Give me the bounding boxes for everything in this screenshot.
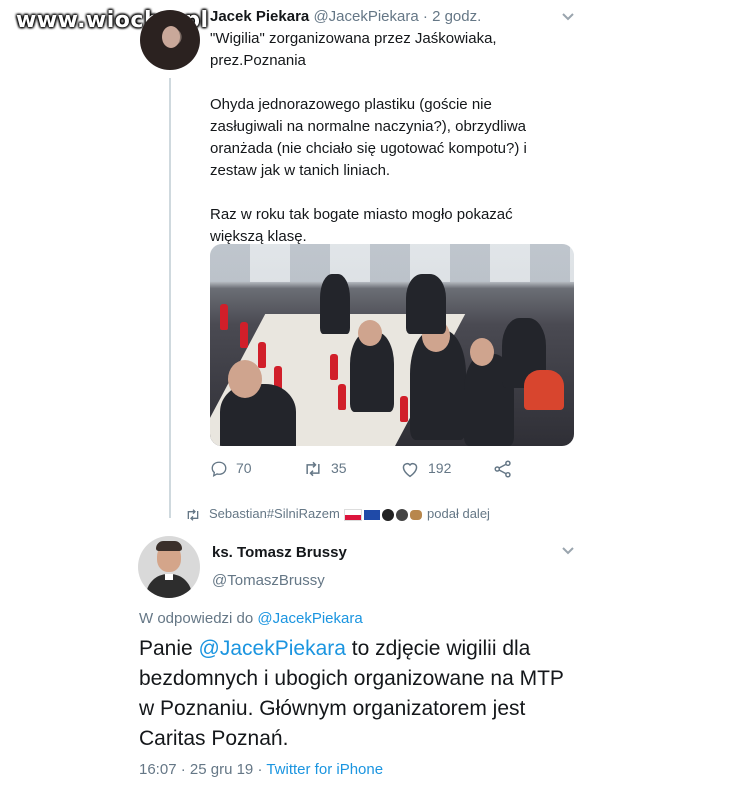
photo-head (470, 338, 494, 366)
photo-bottle (220, 304, 228, 330)
reply-to-handle-link[interactable]: @JacekPiekara (257, 610, 362, 627)
dog-icon (410, 509, 423, 520)
dark-badge-icon (396, 508, 409, 521)
dark-circle-icon (382, 508, 395, 521)
tweet2-date[interactable]: 25 gru 19 (190, 761, 253, 778)
poland-flag-icon (344, 508, 363, 521)
photo-person (220, 384, 296, 446)
tweet2-meta: 16:07 · 25 gru 19 · Twitter for iPhone (139, 761, 384, 778)
tweet1-text: "Wigilia" zorganizowana przez Jaśkowiaka… (210, 30, 527, 245)
tweet2-source-link[interactable]: Twitter for iPhone (266, 761, 383, 778)
avatar-hair (156, 541, 182, 551)
photo-bottle (338, 384, 346, 410)
photo-bottle (240, 322, 248, 348)
eu-flag-icon (364, 509, 381, 520)
tweet2-time[interactable]: 16:07 (139, 761, 177, 778)
photo-person (524, 370, 564, 410)
tweet2-author-name[interactable]: ks. Tomasz Brussy (212, 544, 347, 561)
chevron-down-icon[interactable] (561, 546, 575, 556)
tweet1-timestamp[interactable]: 2 godz. (432, 8, 481, 25)
mention-link[interactable]: @JacekPiekara (199, 637, 346, 660)
retweet-button[interactable]: 35 (303, 460, 347, 478)
reply-count: 70 (236, 460, 252, 476)
thread-line (169, 78, 171, 518)
retweeted-suffix: podał dalej (427, 506, 490, 521)
photo-head (228, 360, 262, 398)
avatar-collar (165, 574, 173, 580)
reply-icon (211, 461, 227, 478)
retweet-icon (306, 462, 320, 477)
retweet-icon (187, 508, 199, 521)
tweet1-separator: · (418, 8, 433, 25)
avatar-jacek-piekara[interactable] (140, 10, 200, 70)
tweet1-photo[interactable] (210, 244, 574, 446)
tweet2-text: Panie @JacekPiekara to zdjęcie wigilii d… (139, 634, 579, 754)
tweet2-author-handle[interactable]: @TomaszBrussy (212, 572, 325, 589)
share-button[interactable] (493, 460, 521, 478)
photo-bottle (400, 396, 408, 422)
tweet2-text-prefix: Panie (139, 637, 199, 660)
reply-context: W odpowiedzi do @JacekPiekara (139, 610, 363, 627)
like-button[interactable]: 192 (400, 460, 451, 478)
tweet1-author-name[interactable]: Jacek Piekara (210, 8, 309, 25)
like-count: 192 (428, 460, 452, 476)
retweeted-by-line[interactable]: Sebastian#SilniRazem podał dalej (185, 506, 490, 522)
photo-bottle (258, 342, 266, 368)
photo-person (320, 274, 350, 334)
photo-person (406, 274, 446, 334)
avatar-tomasz-brussy[interactable] (138, 536, 200, 598)
photo-bottle (330, 354, 338, 380)
tweet1-author-handle[interactable]: @JacekPiekara (313, 8, 418, 25)
retweeter-name[interactable]: Sebastian#SilniRazem (209, 506, 340, 521)
reply-to-prefix: W odpowiedzi do (139, 610, 258, 627)
heart-icon (402, 463, 418, 478)
share-icon (494, 460, 511, 478)
photo-head (358, 320, 382, 346)
retweet-count: 35 (331, 460, 347, 476)
reply-button[interactable]: 70 (210, 460, 252, 478)
photo-ceiling (210, 244, 574, 282)
tweet1-header: Jacek Piekara @JacekPiekara · 2 godz. (210, 8, 481, 25)
chevron-down-icon[interactable] (561, 12, 575, 22)
